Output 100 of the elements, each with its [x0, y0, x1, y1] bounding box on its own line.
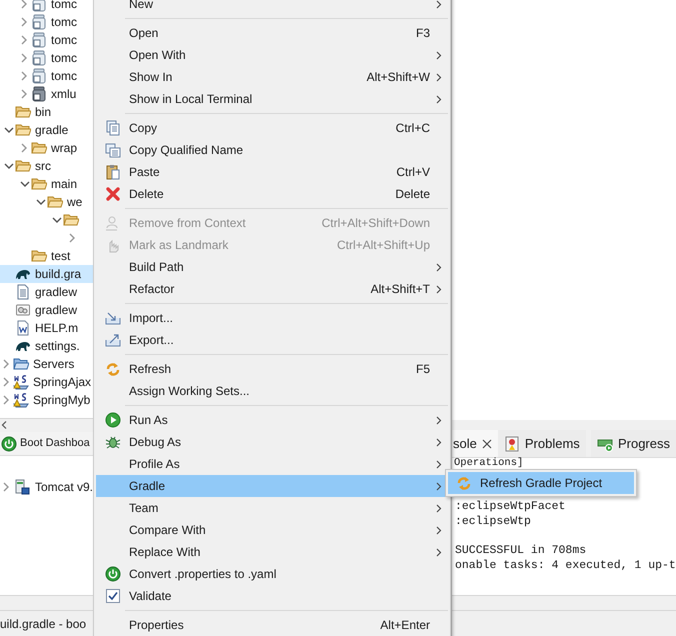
close-icon[interactable]	[482, 438, 492, 448]
chevron-right-icon[interactable]	[3, 377, 10, 387]
project-icon	[13, 392, 29, 408]
console-line: SUCCESSFUL in 708ms	[455, 543, 586, 558]
jar-icon	[31, 86, 47, 102]
menu-item[interactable]: Profile As	[96, 453, 448, 475]
keyboard-shortcut: Ctrl+V	[396, 164, 430, 181]
chevron-down-icon[interactable]	[52, 216, 62, 224]
close-icon	[105, 186, 121, 202]
server-folder-icon	[13, 356, 29, 372]
chevron-right-icon[interactable]	[21, 17, 28, 27]
folder-icon	[15, 104, 31, 120]
scroll-left-icon[interactable]	[1, 420, 7, 428]
keyboard-shortcut: Ctrl+Alt+Shift+Up	[336, 237, 430, 254]
clipboard-icon	[105, 164, 121, 180]
menu-item[interactable]: Copy Qualified Name	[96, 139, 448, 161]
tree-item[interactable]: build.gra	[0, 265, 93, 283]
menu-item[interactable]: Team	[96, 497, 448, 519]
chevron-right-icon[interactable]	[69, 233, 76, 243]
console-line: :eclipseWtpFacet	[455, 499, 566, 514]
refresh-icon	[456, 475, 472, 491]
chevron-down-icon[interactable]	[4, 126, 14, 134]
jar-icon	[31, 0, 47, 12]
tree-item[interactable]: Tomcat v9.	[0, 478, 93, 496]
keyboard-shortcut: Alt+Shift+W	[366, 69, 430, 86]
console-line: onable tasks: 4 executed, 1 up-t	[455, 558, 676, 573]
chevron-right-icon[interactable]	[21, 0, 28, 9]
menu-item[interactable]: Build Path	[96, 256, 448, 278]
menu-item[interactable]: Open F3	[96, 22, 448, 44]
menu-item[interactable]: Replace With	[96, 541, 448, 563]
folder-icon	[31, 176, 47, 192]
status-text: uild.gradle - boo	[0, 616, 86, 632]
keyboard-shortcut: Ctrl+C	[396, 120, 430, 137]
play-icon	[105, 412, 121, 428]
menu-item[interactable]: Copy Ctrl+C	[96, 117, 448, 139]
jar-icon	[31, 68, 47, 84]
word-document-icon	[15, 320, 31, 336]
menu-item[interactable]: Export...	[96, 329, 448, 351]
menu-item[interactable]: Refactor Alt+Shift+T	[96, 278, 448, 300]
project-icon	[13, 374, 29, 390]
menu-item[interactable]: Show In Alt+Shift+W	[96, 66, 448, 88]
menu-item[interactable]: Debug As	[96, 431, 448, 453]
view-tab[interactable]: Progress	[590, 430, 676, 457]
folder-icon	[47, 194, 63, 210]
server-icon	[14, 479, 30, 495]
menu-item[interactable]: Convert .properties to .yaml	[96, 563, 448, 585]
view-tab[interactable]: sole	[452, 430, 498, 457]
menu-item[interactable]: Refresh F5	[96, 358, 448, 380]
power-icon	[1, 436, 17, 452]
gear-document-icon	[15, 302, 31, 318]
folder-icon	[15, 122, 31, 138]
menu-item[interactable]: Assign Working Sets...	[96, 380, 448, 402]
menu-item[interactable]: Paste Ctrl+V	[96, 161, 448, 183]
copy-icon	[105, 142, 121, 158]
power-icon	[105, 566, 121, 582]
chevron-right-icon[interactable]	[3, 395, 10, 405]
menu-item[interactable]: Validate	[96, 585, 448, 607]
chevron-down-icon[interactable]	[20, 180, 30, 188]
chevron-right-icon[interactable]	[3, 359, 10, 369]
chevron-down-icon[interactable]	[4, 162, 14, 170]
menu-item[interactable]: Properties Alt+Enter	[96, 614, 448, 636]
folder-icon	[31, 140, 47, 156]
export-icon	[105, 332, 121, 348]
chevron-down-icon[interactable]	[36, 198, 46, 206]
folder-icon	[63, 212, 79, 228]
import-icon	[105, 310, 121, 326]
menu-item[interactable]: Gradle	[96, 475, 448, 497]
keyboard-shortcut: Ctrl+Alt+Shift+Down	[322, 215, 430, 232]
chevron-right-icon[interactable]	[21, 89, 28, 99]
menu-item[interactable]: New	[96, 0, 448, 15]
keyboard-shortcut: F5	[416, 361, 430, 378]
chevron-right-icon[interactable]	[21, 143, 28, 153]
folder-icon	[15, 158, 31, 174]
keyboard-shortcut: Delete	[395, 186, 430, 203]
menu-item[interactable]: Import...	[96, 307, 448, 329]
menu-item[interactable]: Compare With	[96, 519, 448, 541]
bug-icon	[105, 434, 121, 450]
document-icon	[15, 284, 31, 300]
jar-icon	[31, 50, 47, 66]
refresh-icon	[105, 361, 121, 377]
view-tab[interactable]: Problems	[498, 430, 586, 457]
chevron-right-icon[interactable]	[21, 53, 28, 63]
menu-item[interactable]: Show in Local Terminal	[96, 88, 448, 110]
copy-icon	[105, 120, 121, 136]
jar-icon	[31, 32, 47, 48]
problems-icon	[504, 436, 520, 452]
chevron-right-icon[interactable]	[21, 71, 28, 81]
chevron-right-icon[interactable]	[3, 482, 10, 492]
keyboard-shortcut: Alt+Enter	[380, 617, 430, 634]
keyboard-shortcut: F3	[416, 25, 430, 42]
console-header: Operations]	[454, 457, 524, 469]
jar-icon	[31, 14, 47, 30]
folder-icon	[31, 248, 47, 264]
console-line: :eclipseWtp	[455, 514, 531, 529]
chevron-right-icon[interactable]	[21, 35, 28, 45]
menu-item[interactable]: Refresh Gradle Project	[448, 472, 634, 494]
menu-item[interactable]: Run As	[96, 409, 448, 431]
menu-item[interactable]: Open With	[96, 44, 448, 66]
menu-item[interactable]: Delete Delete	[96, 183, 448, 205]
checkbox-icon	[105, 588, 121, 604]
